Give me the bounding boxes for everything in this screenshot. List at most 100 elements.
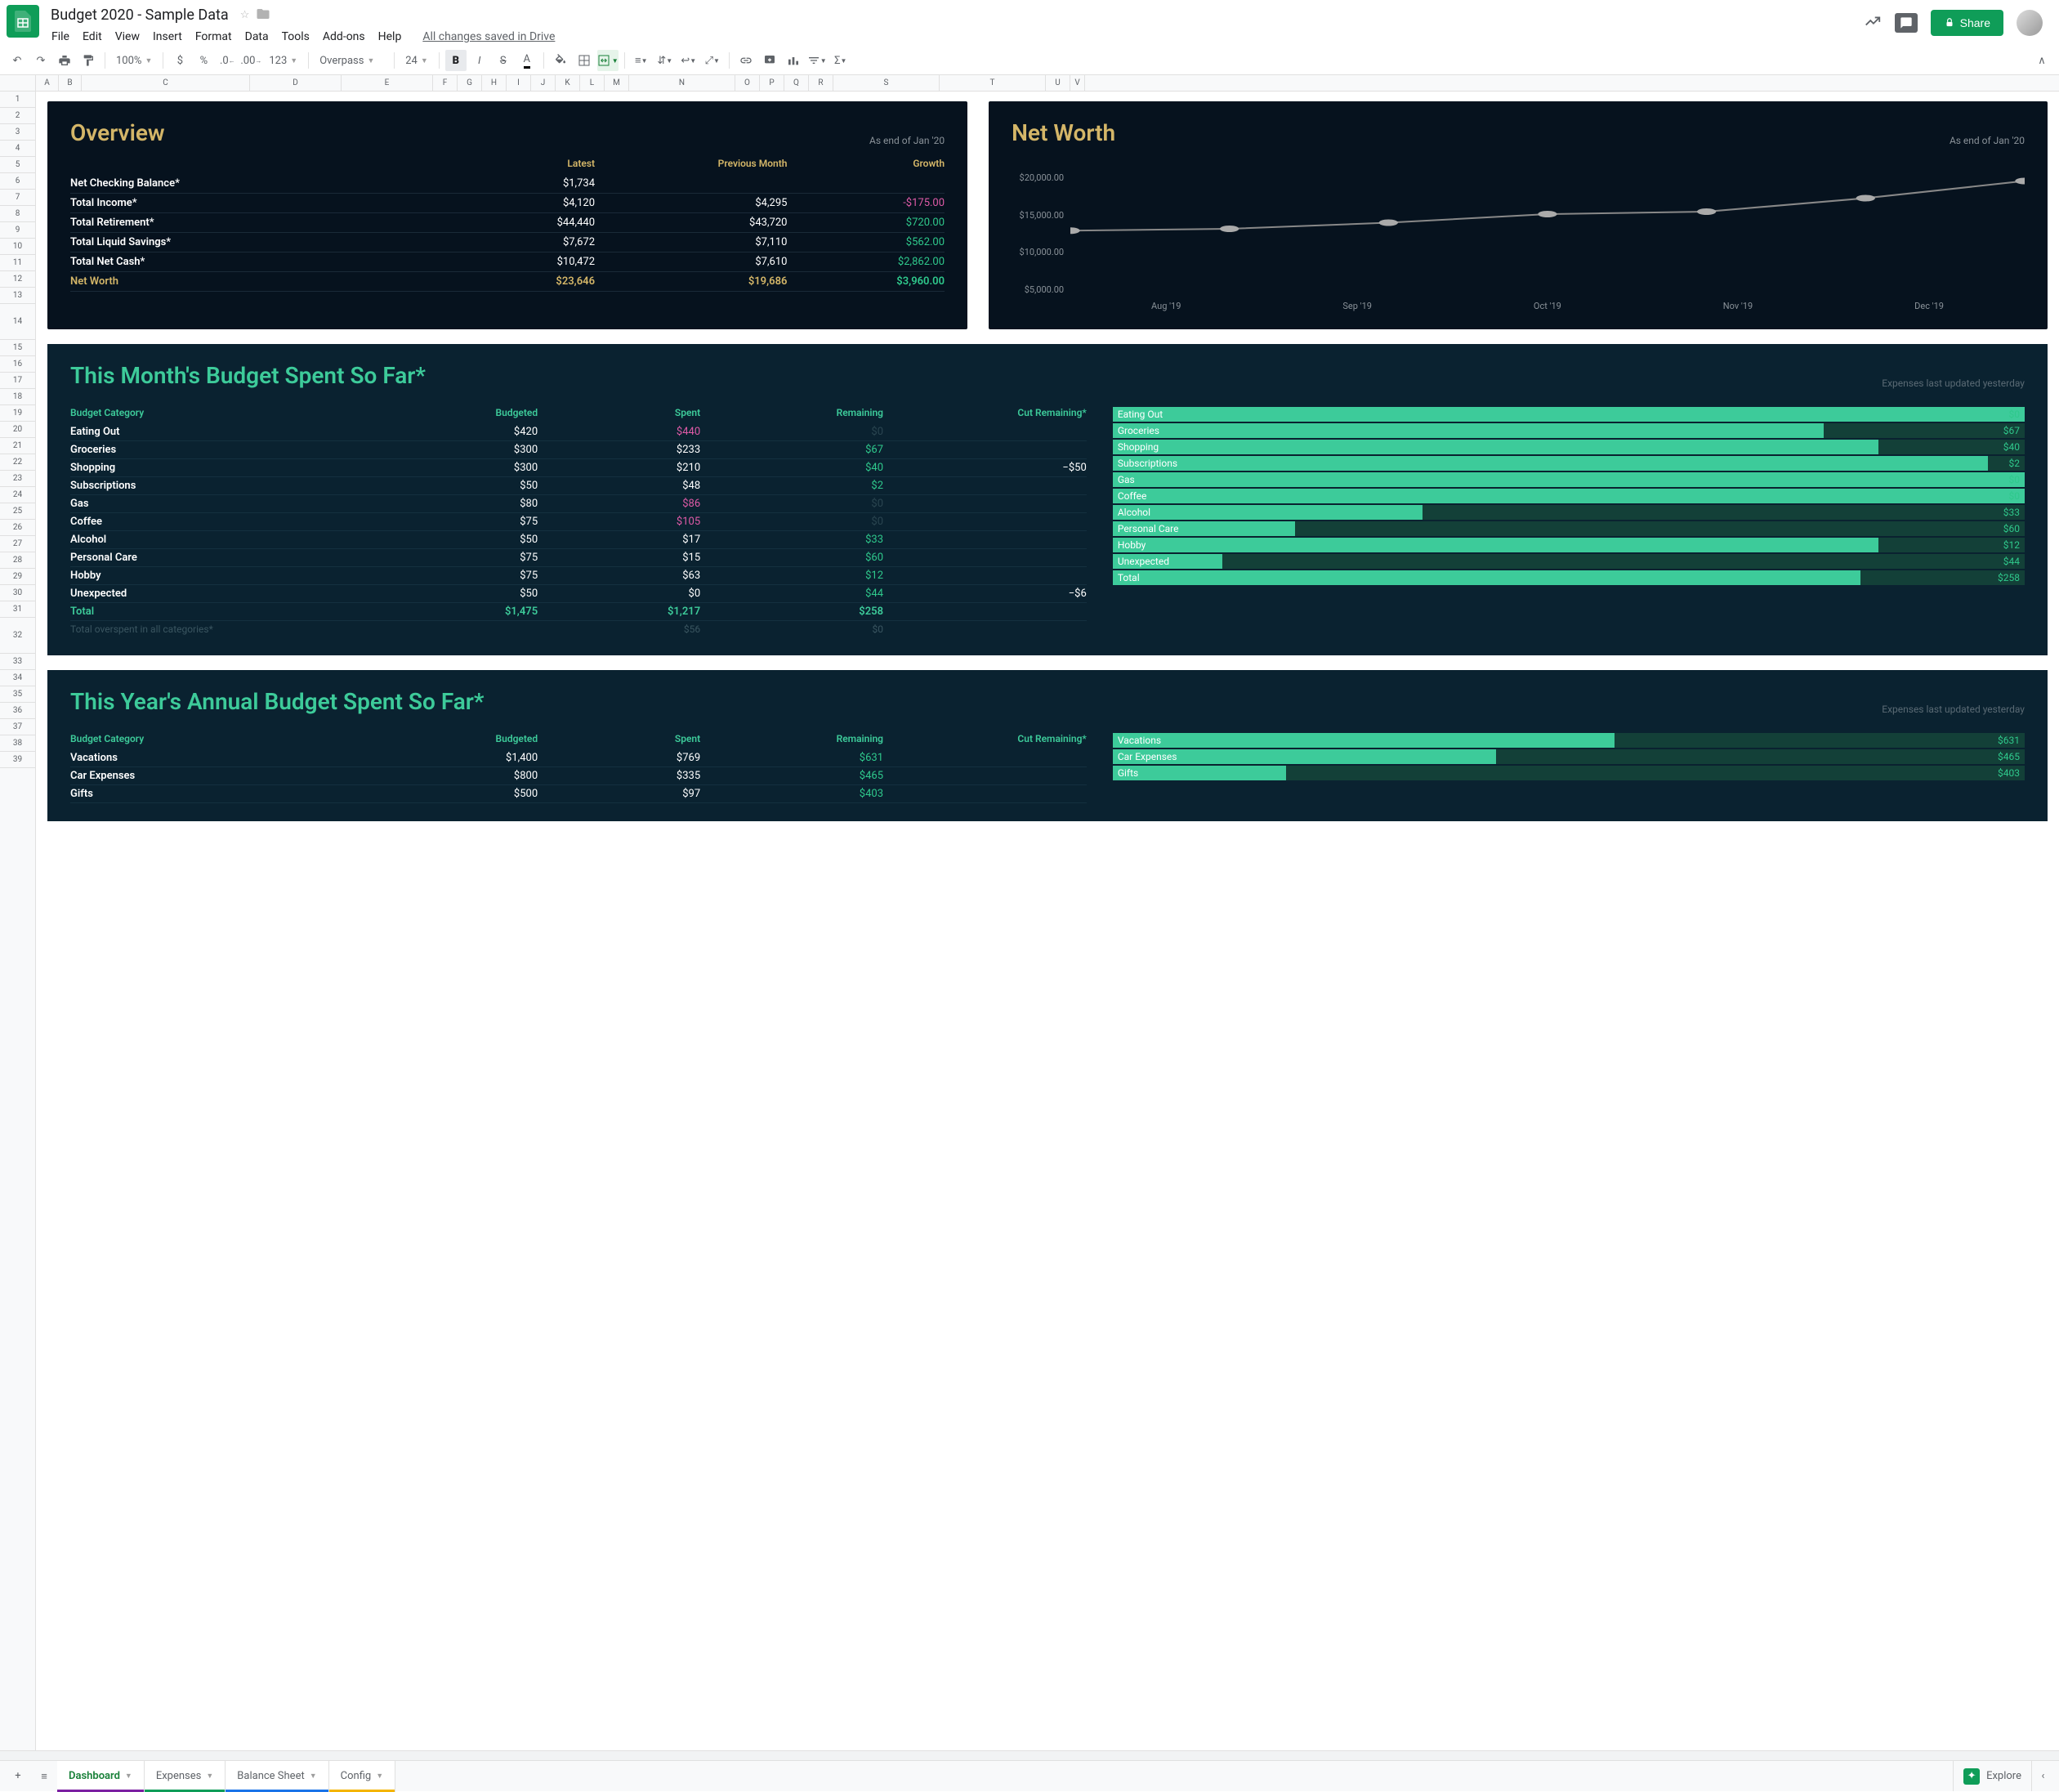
valign-button[interactable]: ⇵▼ (654, 50, 676, 71)
row-header-19[interactable]: 19 (0, 405, 35, 422)
font-select[interactable]: Overpass▼ (315, 53, 388, 69)
row-header-23[interactable]: 23 (0, 471, 35, 487)
rotate-button[interactable]: ⤢▼ (702, 50, 723, 71)
currency-button[interactable]: $ (169, 50, 190, 71)
row-header-9[interactable]: 9 (0, 222, 35, 239)
col-header-S[interactable]: S (833, 75, 940, 91)
row-header-35[interactable]: 35 (0, 686, 35, 703)
row-header-4[interactable]: 4 (0, 141, 35, 157)
col-header-D[interactable]: D (250, 75, 342, 91)
row-header-33[interactable]: 33 (0, 654, 35, 670)
row-header-13[interactable]: 13 (0, 288, 35, 304)
col-header-Q[interactable]: Q (784, 75, 809, 91)
merge-button[interactable]: ▼ (597, 50, 619, 71)
doc-title[interactable]: Budget 2020 - Sample Data (46, 5, 234, 25)
avatar[interactable] (2017, 10, 2043, 36)
row-header-34[interactable]: 34 (0, 670, 35, 686)
filter-button[interactable]: ▼ (806, 50, 828, 71)
tab-dashboard[interactable]: Dashboard▼ (57, 1761, 145, 1792)
col-header-G[interactable]: G (458, 75, 482, 91)
tab-config[interactable]: Config▼ (329, 1761, 395, 1792)
wrap-button[interactable]: ↩▼ (678, 50, 699, 71)
fill-color-button[interactable] (550, 50, 571, 71)
row-header-21[interactable]: 21 (0, 438, 35, 454)
redo-button[interactable]: ↷ (30, 50, 51, 71)
menu-tools[interactable]: Tools (276, 27, 315, 47)
col-header-U[interactable]: U (1046, 75, 1070, 91)
menu-help[interactable]: Help (373, 27, 408, 47)
borders-button[interactable] (574, 50, 595, 71)
row-header-28[interactable]: 28 (0, 552, 35, 569)
horizontal-scrollbar[interactable] (0, 1750, 2059, 1760)
col-header-A[interactable]: A (36, 75, 59, 91)
explore-button[interactable]: ✦ Explore (1953, 1761, 2031, 1791)
col-header-F[interactable]: F (433, 75, 458, 91)
share-button[interactable]: Share (1931, 10, 2003, 36)
link-button[interactable] (735, 50, 757, 71)
sheet-nav-left[interactable]: ‹ (2031, 1761, 2054, 1791)
row-header-30[interactable]: 30 (0, 585, 35, 601)
comments-icon[interactable] (1895, 13, 1918, 33)
col-header-L[interactable]: L (580, 75, 605, 91)
row-header-24[interactable]: 24 (0, 487, 35, 503)
font-size-select[interactable]: 24▼ (400, 53, 433, 69)
strike-button[interactable]: S (493, 50, 514, 71)
row-header-17[interactable]: 17 (0, 373, 35, 389)
menu-view[interactable]: View (109, 27, 145, 47)
folder-icon[interactable] (256, 7, 270, 25)
row-header-29[interactable]: 29 (0, 569, 35, 585)
paint-format-button[interactable] (78, 50, 99, 71)
row-header-8[interactable]: 8 (0, 206, 35, 222)
row-header-39[interactable]: 39 (0, 752, 35, 768)
chart-button[interactable] (783, 50, 804, 71)
star-icon[interactable]: ☆ (240, 9, 250, 21)
menu-add-ons[interactable]: Add-ons (317, 27, 371, 47)
row-header-6[interactable]: 6 (0, 173, 35, 190)
col-header-V[interactable]: V (1070, 75, 1085, 91)
functions-button[interactable]: Σ▼ (830, 50, 851, 71)
menu-edit[interactable]: Edit (77, 27, 108, 47)
text-color-button[interactable]: A (516, 50, 538, 71)
row-header-2[interactable]: 2 (0, 108, 35, 124)
bold-button[interactable]: B (445, 50, 467, 71)
print-button[interactable] (54, 50, 75, 71)
row-header-18[interactable]: 18 (0, 389, 35, 405)
menu-format[interactable]: Format (190, 27, 238, 47)
col-header-C[interactable]: C (82, 75, 250, 91)
col-header-M[interactable]: M (605, 75, 629, 91)
activity-icon[interactable] (1864, 12, 1882, 34)
row-header-7[interactable]: 7 (0, 190, 35, 206)
menu-file[interactable]: File (46, 27, 75, 47)
row-header-32[interactable]: 32 (0, 618, 35, 654)
row-header-16[interactable]: 16 (0, 356, 35, 373)
col-header-O[interactable]: O (735, 75, 760, 91)
row-header-31[interactable]: 31 (0, 601, 35, 618)
col-header-I[interactable]: I (507, 75, 531, 91)
row-header-5[interactable]: 5 (0, 157, 35, 173)
row-header-37[interactable]: 37 (0, 719, 35, 735)
row-header-15[interactable]: 15 (0, 340, 35, 356)
col-header-P[interactable]: P (760, 75, 784, 91)
col-header-E[interactable]: E (342, 75, 433, 91)
italic-button[interactable]: I (469, 50, 490, 71)
saved-indicator[interactable]: All changes saved in Drive (417, 27, 561, 47)
zoom-select[interactable]: 100%▼ (111, 53, 157, 69)
halign-button[interactable]: ≡▼ (631, 50, 652, 71)
undo-button[interactable]: ↶ (7, 50, 28, 71)
tab-expenses[interactable]: Expenses▼ (145, 1761, 226, 1792)
col-header-B[interactable]: B (59, 75, 82, 91)
row-header-20[interactable]: 20 (0, 422, 35, 438)
all-sheets-button[interactable]: ≡ (31, 1763, 57, 1790)
format-select[interactable]: 123▼ (264, 53, 302, 69)
col-header-R[interactable]: R (809, 75, 833, 91)
row-header-11[interactable]: 11 (0, 255, 35, 271)
percent-button[interactable]: % (193, 50, 214, 71)
row-header-10[interactable]: 10 (0, 239, 35, 255)
select-all-corner[interactable] (0, 75, 36, 91)
spreadsheet-canvas[interactable]: Overview As end of Jan '20 Latest Previo… (36, 92, 2059, 1750)
col-header-H[interactable]: H (482, 75, 507, 91)
menu-insert[interactable]: Insert (147, 27, 188, 47)
row-header-26[interactable]: 26 (0, 520, 35, 536)
row-header-36[interactable]: 36 (0, 703, 35, 719)
row-header-3[interactable]: 3 (0, 124, 35, 141)
